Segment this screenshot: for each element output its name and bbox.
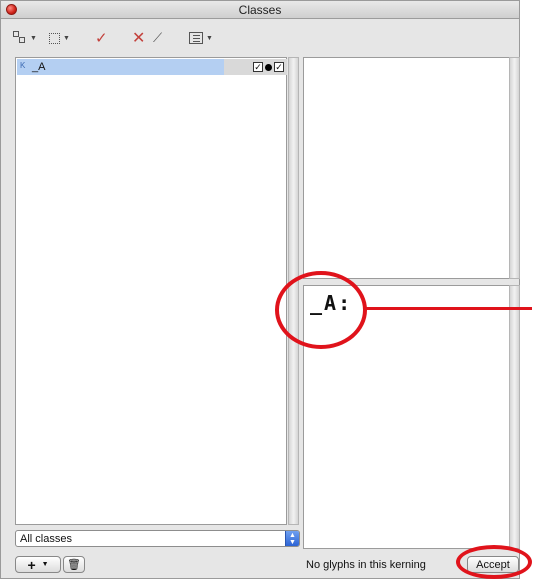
class-filter-select[interactable]: All classes ▲ ▼ (15, 530, 300, 547)
annotation-circle-code (275, 271, 367, 349)
table-view-icon (189, 32, 203, 44)
side-dot-icon[interactable] (265, 63, 272, 71)
class-layout-menu[interactable]: ▼ (13, 30, 37, 46)
status-text: No glyphs in this kerning (306, 559, 426, 571)
class-flags: ✓ ✓ (224, 59, 287, 75)
annotation-circle-accept (456, 545, 532, 579)
chevron-down-icon: ▼ (30, 34, 37, 42)
filter-value: All classes (20, 533, 72, 545)
add-class-button[interactable]: + ▼ (15, 556, 61, 573)
annotation-line (364, 307, 532, 310)
toolbar: ▼ ▼ ✓ ✕ ⟋ ▼ (1, 20, 519, 56)
class-row[interactable]: K _A ✓ ✓ (17, 59, 287, 75)
selection-menu[interactable]: ▼ (49, 30, 70, 46)
selection-box-icon (49, 32, 60, 44)
select-stepper-icon: ▲ ▼ (285, 531, 299, 546)
chevron-down-icon: ▼ (63, 34, 70, 42)
plus-icon: + (27, 556, 36, 573)
chevron-down-icon: ▼ (206, 34, 213, 42)
checkmark-icon[interactable]: ✓ (95, 30, 108, 47)
kerning-class-icon: K (20, 61, 26, 70)
delete-class-button[interactable]: 🗑 (63, 556, 85, 573)
table-view-menu[interactable]: ▼ (189, 30, 213, 46)
class-name: _A (32, 61, 46, 73)
classes-window: Classes ▼ ▼ ✓ ✕ ⟋ ▼ K _A ✓ ✓ _A: All cla… (0, 0, 520, 579)
checkbox-right[interactable]: ✓ (274, 62, 284, 72)
trash-icon: 🗑 (67, 559, 81, 571)
magic-wand-icon[interactable]: ⟋ (153, 30, 162, 46)
glyph-members-panel[interactable] (303, 57, 511, 279)
class-list[interactable]: K _A ✓ ✓ (15, 57, 287, 525)
title-bar[interactable]: Classes (1, 1, 519, 19)
delete-x-icon[interactable]: ✕ (132, 30, 145, 47)
class-layout-icon (13, 31, 27, 45)
kerning-preview-scrollbar[interactable] (509, 285, 520, 549)
checkbox-left[interactable]: ✓ (253, 62, 263, 72)
chevron-down-icon: ▼ (41, 561, 49, 568)
window-title: Classes (238, 3, 282, 17)
glyph-members-scrollbar[interactable] (509, 57, 520, 279)
